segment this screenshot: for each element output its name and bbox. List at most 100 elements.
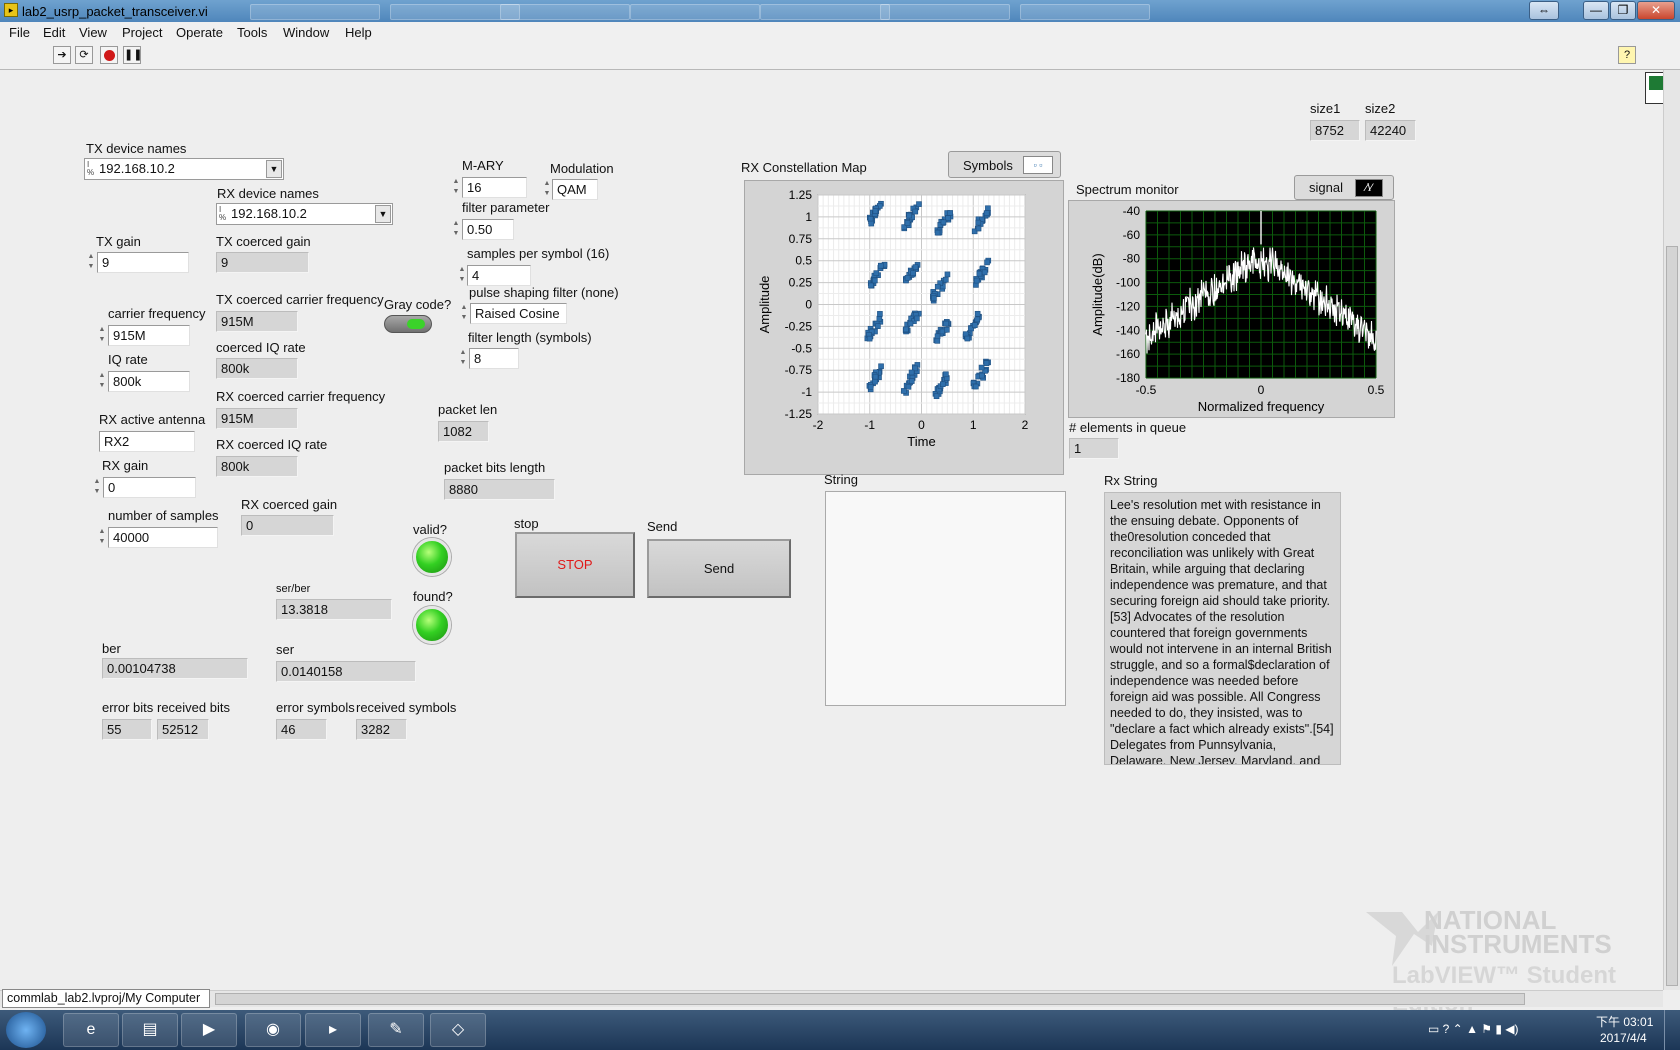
constellation-plot[interactable]: -2 -1 0 1 2 1.25 1 0.75 0.5 0.25 0 -0.25 -0.5 -0.75 -1… — [745, 181, 1063, 474]
paint-icon[interactable]: ✎ — [368, 1013, 424, 1047]
window-title-bar[interactable]: ▸ lab2_usrp_packet_transceiver.vi ⇔ — ❐ … — [0, 0, 1680, 22]
filter-parameter-spinner-icon[interactable]: ▲ ▼ — [451, 219, 461, 240]
modulation-input[interactable]: QAM — [552, 179, 598, 200]
tray-icons[interactable]: ▭ ? ⌃ ▲ ⚑ ▮ ◀) — [1428, 1022, 1519, 1036]
y-tick-label: -180 — [1116, 371, 1140, 385]
symbol-point — [875, 323, 881, 329]
symbol-point — [933, 393, 940, 400]
mary-input[interactable]: 16 — [462, 177, 527, 198]
samples-per-symbol-label: samples per symbol (16) — [467, 246, 610, 261]
media-player-icon[interactable]: ▶ — [181, 1013, 237, 1047]
spectrum-plot[interactable]: -0.5 0 0.5 -40 -60 -80 -100 -120 -140 -160 -180 Nor… — [1069, 201, 1394, 417]
carrier-frequency-spinner-icon[interactable]: ▲ ▼ — [97, 325, 107, 346]
filter-length-spinner-icon[interactable]: ▲ ▼ — [458, 348, 468, 369]
samples-per-symbol-spinner-icon[interactable]: ▲ ▼ — [457, 265, 467, 286]
string-input[interactable] — [825, 491, 1066, 706]
tx-device-names-ring[interactable]: I% 192.168.10.2 ▼ — [84, 158, 284, 180]
rx-gain-input[interactable]: 0 — [103, 477, 196, 498]
symbol-point — [983, 360, 990, 367]
tx-gain-input[interactable]: 9 — [97, 252, 189, 273]
start-button-icon[interactable] — [6, 1012, 46, 1048]
menu-edit[interactable]: Edit — [43, 25, 65, 40]
y-tick-label: -140 — [1116, 323, 1140, 337]
rx-coerced-carrier-frequency-value: 915M — [216, 408, 298, 429]
stop-button[interactable]: STOP — [515, 532, 635, 598]
minimize-icon[interactable]: — — [1583, 1, 1609, 20]
pause-icon[interactable]: ❚❚ — [123, 46, 142, 64]
symbol-point — [878, 363, 884, 370]
symbol-point — [916, 201, 922, 207]
iq-rate-input[interactable]: 800k — [108, 371, 190, 392]
symbol-point — [985, 205, 991, 212]
abort-icon[interactable] — [100, 46, 118, 64]
app-icon[interactable]: ◇ — [430, 1013, 486, 1047]
menu-operate[interactable]: Operate — [176, 25, 223, 40]
found-led — [413, 606, 451, 644]
filter-parameter-input[interactable]: 0.50 — [462, 219, 514, 240]
carrier-frequency-input[interactable]: 915M — [108, 325, 190, 346]
background-window-tab — [630, 4, 760, 20]
y-tick-label: -100 — [1116, 276, 1140, 290]
iq-rate-spinner-icon[interactable]: ▲ ▼ — [97, 371, 107, 392]
windows-taskbar: e ▤ ▶ ◉ ▸ ✎ ◇ ▭ ? ⌃ ▲ ⚑ ▮ ◀) 下午 03:01 20… — [0, 1010, 1680, 1050]
menu-help[interactable]: Help — [345, 25, 372, 40]
menu-tools[interactable]: Tools — [237, 25, 267, 40]
number-of-samples-input[interactable]: 40000 — [108, 527, 218, 548]
symbol-point — [867, 216, 874, 222]
y-tick-label: -1.25 — [785, 407, 813, 421]
symbol-point — [907, 320, 914, 327]
horizontal-scrollbar[interactable] — [0, 990, 1663, 1007]
samples-per-symbol-input[interactable]: 4 — [467, 265, 531, 286]
constellation-legend[interactable]: Symbols ▫ ▫ — [948, 151, 1061, 178]
pulse-shaping-input[interactable]: Raised Cosine — [470, 303, 567, 324]
x-axis-label: Time — [907, 434, 935, 449]
symbol-point — [876, 316, 883, 322]
rx-gain-spinner-icon[interactable]: ▲ ▼ — [92, 477, 102, 498]
pulse-shaping-spinner-icon[interactable]: ▲ ▼ — [459, 303, 469, 324]
close-icon[interactable]: ✕ — [1637, 1, 1675, 20]
menu-view[interactable]: View — [79, 25, 107, 40]
chrome-icon[interactable]: ◉ — [245, 1013, 301, 1047]
rx-coerced-gain-value: 0 — [241, 515, 334, 536]
modulation-spinner-icon[interactable]: ▲ ▼ — [542, 179, 552, 200]
tx-device-names-value: 192.168.10.2 — [99, 161, 175, 176]
constellation-title: RX Constellation Map — [741, 160, 867, 175]
menu-file[interactable]: File — [9, 25, 30, 40]
tx-gain-spinner-icon[interactable]: ▲ ▼ — [86, 252, 96, 273]
vertical-scroll-thumb[interactable] — [1666, 246, 1678, 986]
valid-led — [413, 538, 451, 576]
help-icon[interactable]: ? — [1618, 46, 1636, 64]
coerced-iq-rate-label: coerced IQ rate — [216, 340, 306, 355]
number-of-samples-spinner-icon[interactable]: ▲ ▼ — [97, 527, 107, 548]
symbol-point — [903, 326, 909, 333]
found-label: found? — [413, 589, 453, 604]
rx-active-antenna-input[interactable]: RX2 — [99, 431, 195, 452]
mary-spinner-icon[interactable]: ▲ ▼ — [451, 177, 461, 198]
rx-device-names-ring[interactable]: I% 192.168.10.2 ▼ — [216, 203, 393, 225]
tx-coerced-gain-label: TX coerced gain — [216, 234, 311, 249]
y-tick-label: -80 — [1123, 252, 1141, 266]
restore-arrows-icon[interactable]: ⇔ — [1529, 1, 1559, 20]
horizontal-scroll-thumb[interactable] — [215, 993, 1525, 1005]
spectrum-legend[interactable]: signal ⁄\⁄ — [1294, 175, 1394, 200]
menu-project[interactable]: Project — [122, 25, 162, 40]
filter-length-input[interactable]: 8 — [469, 348, 519, 369]
menu-window[interactable]: Window — [283, 25, 329, 40]
rx-gain-label: RX gain — [102, 458, 149, 473]
dropdown-arrow-icon[interactable]: ▼ — [375, 205, 391, 223]
show-desktop-button[interactable] — [1664, 1010, 1680, 1050]
gray-code-toggle[interactable] — [384, 315, 432, 333]
run-arrow-icon[interactable]: ➔ — [53, 46, 71, 64]
symbol-point — [867, 383, 874, 390]
maximize-icon[interactable]: ❐ — [1610, 1, 1636, 20]
background-window-tab — [250, 4, 380, 20]
labview-icon[interactable]: ▸ — [305, 1013, 361, 1047]
folder-icon[interactable]: ▤ — [122, 1013, 178, 1047]
menu-bar: File Edit View Project Operate Tools Win… — [0, 22, 1680, 42]
ie-icon[interactable]: e — [63, 1013, 119, 1047]
vertical-scrollbar[interactable] — [1663, 70, 1680, 990]
run-continuously-icon[interactable]: ⟳ — [75, 46, 93, 64]
send-button[interactable]: Send — [647, 539, 791, 598]
x-tick-label: -1 — [864, 418, 875, 432]
dropdown-arrow-icon[interactable]: ▼ — [266, 160, 282, 178]
